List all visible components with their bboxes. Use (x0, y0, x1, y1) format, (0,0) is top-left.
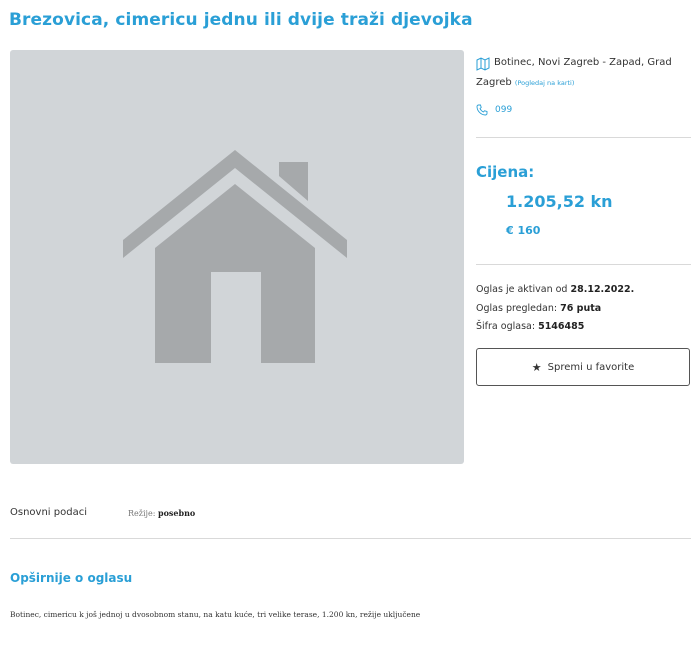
map-icon (476, 57, 490, 71)
save-to-favorites-label: Spremi u favorite (547, 361, 635, 373)
divider (476, 137, 691, 138)
house-icon (123, 150, 347, 363)
ad-title: Brezovica, cimericu jednu ili dvije traž… (9, 10, 473, 30)
price-label: Cijena: (476, 163, 535, 181)
basic-info-label: Osnovni podaci (10, 507, 87, 518)
details-heading: Opširnije o oglasu (10, 571, 133, 585)
ad-photo-placeholder[interactable] (10, 50, 464, 464)
divider (476, 264, 691, 265)
phone-icon (476, 104, 488, 116)
divider (10, 538, 691, 539)
ad-active-since: Oglas je aktivan od 28.12.2022. (476, 284, 635, 295)
ad-view-count: Oglas pregledan: 76 puta (476, 303, 602, 314)
ad-code: Šifra oglasa: 5146485 (476, 321, 585, 332)
price-eur: € 160 (506, 224, 541, 237)
phone-row[interactable]: 099 (476, 104, 512, 116)
location-row: Botinec, Novi Zagreb - Zapad, Grad Zagre… (476, 53, 691, 93)
save-to-favorites-button[interactable]: ★ Spremi u favorite (476, 348, 690, 386)
ad-description: Botinec, cimericu k još jednoj u dvosobn… (10, 610, 421, 619)
map-link[interactable]: (Pogledaj na karti) (515, 79, 574, 87)
utilities-info: Režije: posebno (128, 508, 196, 518)
price-kn: 1.205,52 kn (506, 192, 613, 211)
star-icon: ★ (531, 360, 542, 374)
